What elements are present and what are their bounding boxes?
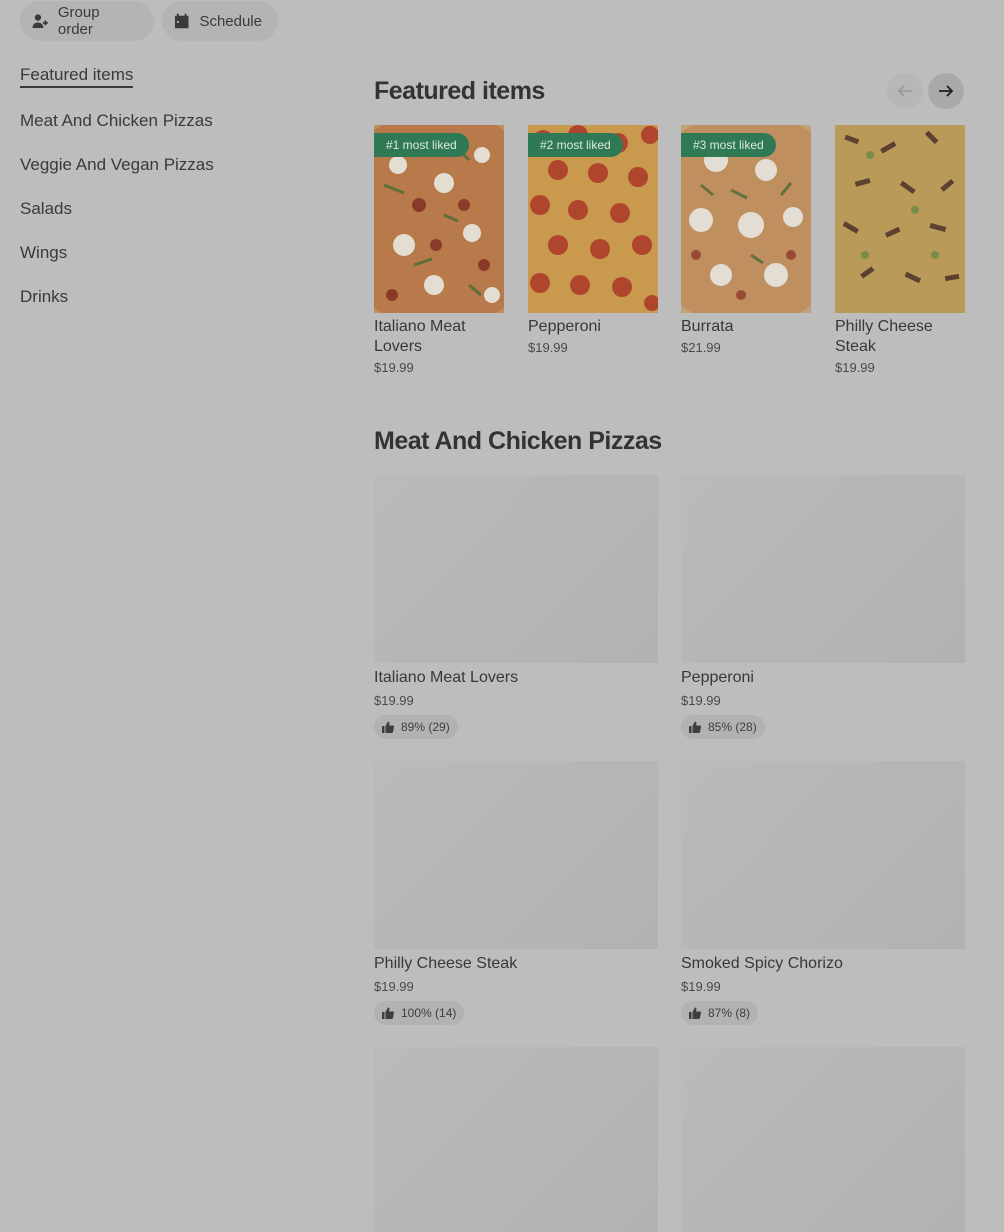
pizza-image: #1 most liked bbox=[374, 125, 504, 313]
item-price: $19.99 bbox=[681, 979, 721, 994]
carousel-next-button[interactable] bbox=[928, 73, 964, 109]
menu-item-card[interactable]: Italiano Meat Lovers $19.99 89% (29) bbox=[374, 475, 658, 739]
calendar-icon bbox=[174, 13, 189, 29]
item-name: Smoked Spicy Chorizo bbox=[681, 955, 843, 972]
rating-text: 89% (29) bbox=[401, 720, 450, 734]
group-order-label: Group order bbox=[57, 4, 100, 38]
menu-item-card[interactable]: Philly Cheese Steak $19.99 100% (14) bbox=[374, 761, 658, 1025]
most-liked-badge: #3 most liked bbox=[681, 133, 776, 157]
item-price: $19.99 bbox=[835, 360, 875, 375]
item-image-placeholder bbox=[681, 1047, 965, 1232]
menu-item-card[interactable] bbox=[681, 1047, 965, 1232]
most-liked-badge: #1 most liked bbox=[374, 133, 469, 157]
item-price: $19.99 bbox=[374, 693, 414, 708]
menu-item-card[interactable]: Smoked Spicy Chorizo $19.99 87% (8) bbox=[681, 761, 965, 1025]
rating-text: 85% (28) bbox=[708, 720, 757, 734]
thumbs-up-icon bbox=[382, 1007, 394, 1019]
sidebar-item-salads[interactable]: Salads bbox=[20, 199, 72, 219]
meat-section-title: Meat And Chicken Pizzas bbox=[374, 427, 662, 455]
group-order-button[interactable]: Group order bbox=[20, 1, 154, 41]
menu-item-card[interactable] bbox=[374, 1047, 658, 1232]
pizza-image bbox=[835, 125, 965, 313]
item-price: $19.99 bbox=[528, 340, 568, 355]
featured-item-card[interactable]: #3 most liked Burrata $21.99 bbox=[681, 125, 811, 355]
carousel-prev-button[interactable] bbox=[887, 73, 923, 109]
item-price: $19.99 bbox=[374, 360, 414, 375]
item-name: Burrata bbox=[681, 318, 734, 335]
rating-text: 100% (14) bbox=[401, 1006, 457, 1020]
rating-badge: 85% (28) bbox=[681, 715, 765, 739]
item-price: $21.99 bbox=[681, 340, 721, 355]
arrow-right-icon bbox=[939, 85, 954, 97]
item-image-placeholder bbox=[374, 475, 658, 663]
item-name: Philly Cheese Steak bbox=[374, 955, 518, 972]
sidebar-item-veggie-and-vegan-pizzas[interactable]: Veggie And Vegan Pizzas bbox=[20, 155, 214, 175]
sidebar-item-drinks[interactable]: Drinks bbox=[20, 287, 68, 307]
item-name: Philly Cheese Steak bbox=[835, 318, 933, 355]
pizza-image: #3 most liked bbox=[681, 125, 811, 313]
rating-badge: 87% (8) bbox=[681, 1001, 759, 1025]
arrow-left-icon bbox=[897, 85, 912, 97]
item-price: $19.99 bbox=[374, 979, 414, 994]
pizza-image: #2 most liked bbox=[528, 125, 658, 313]
most-liked-badge: #2 most liked bbox=[528, 133, 623, 157]
item-name: Pepperoni bbox=[681, 669, 754, 686]
featured-item-card[interactable]: #1 most liked Italiano Meat Lovers $19.9… bbox=[374, 125, 504, 375]
item-name: Pepperoni bbox=[528, 318, 601, 335]
rating-badge: 100% (14) bbox=[374, 1001, 465, 1025]
menu-item-card[interactable]: Pepperoni $19.99 85% (28) bbox=[681, 475, 965, 739]
thumbs-up-icon bbox=[382, 721, 394, 733]
sidebar-item-meat-and-chicken-pizzas[interactable]: Meat And Chicken Pizzas bbox=[20, 111, 213, 131]
schedule-button[interactable]: Schedule bbox=[162, 1, 278, 41]
featured-item-card[interactable]: Philly Cheese Steak $19.99 bbox=[835, 125, 965, 375]
featured-item-card[interactable]: #2 most liked Pepperoni $19.99 bbox=[528, 125, 658, 355]
rating-badge: 89% (29) bbox=[374, 715, 458, 739]
item-price: $19.99 bbox=[681, 693, 721, 708]
item-image-placeholder bbox=[681, 761, 965, 949]
item-image-placeholder bbox=[374, 1047, 658, 1232]
item-image-placeholder bbox=[681, 475, 965, 663]
thumbs-up-icon bbox=[689, 721, 701, 733]
featured-section-title: Featured items bbox=[374, 77, 545, 105]
item-image-placeholder bbox=[374, 761, 658, 949]
rating-text: 87% (8) bbox=[708, 1006, 751, 1020]
sidebar-item-wings[interactable]: Wings bbox=[20, 243, 67, 263]
schedule-label: Schedule bbox=[199, 12, 262, 30]
thumbs-up-icon bbox=[689, 1007, 701, 1019]
item-name: Italiano Meat Lovers bbox=[374, 318, 466, 355]
sidebar-item-featured-items[interactable]: Featured items bbox=[20, 65, 134, 88]
item-name: Italiano Meat Lovers bbox=[374, 669, 519, 686]
add-person-icon bbox=[32, 14, 48, 28]
